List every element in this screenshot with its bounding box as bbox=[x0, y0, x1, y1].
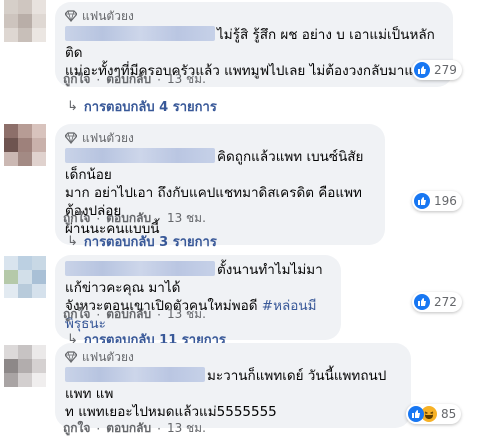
avatar[interactable] bbox=[4, 124, 46, 166]
avatar[interactable] bbox=[4, 0, 46, 42]
timestamp[interactable]: 13 ชม. bbox=[167, 419, 206, 438]
comment-bubble: แฟนตัวยง มะวานก็แพทเดย์ วันนี้แพทถนป แพท… bbox=[55, 343, 411, 428]
like-link[interactable]: ถูกใจ bbox=[63, 419, 90, 438]
diamond-icon bbox=[65, 351, 77, 363]
like-icon bbox=[408, 406, 424, 422]
like-icon bbox=[414, 62, 430, 78]
reply-arrow-icon: ↳ bbox=[67, 99, 78, 114]
top-fan-badge: แฟนตัวยง bbox=[65, 8, 443, 24]
blurred-username bbox=[65, 148, 215, 163]
top-fan-badge: แฟนตัวยง bbox=[65, 349, 401, 365]
like-link[interactable]: ถูกใจ bbox=[63, 70, 90, 89]
reply-link[interactable]: ตอบกลับ bbox=[106, 419, 151, 438]
reply-link[interactable]: ตอบกลับ bbox=[106, 70, 151, 89]
reaction-count[interactable]: 272 bbox=[412, 292, 462, 312]
timestamp[interactable]: 13 ชม. bbox=[167, 209, 206, 228]
badge-label: แฟนตัวยง bbox=[82, 130, 134, 145]
avatar[interactable] bbox=[4, 256, 46, 298]
reply-arrow-icon: ↳ bbox=[67, 234, 78, 249]
like-link[interactable]: ถูกใจ bbox=[63, 305, 90, 324]
comment-bubble: ตั้งนานทำไมไม่มาแก้ข่าวคะคุณ มาได้ จังหว… bbox=[55, 255, 341, 340]
view-replies-link[interactable]: ↳ การตอบกลับ 4 รายการ bbox=[67, 96, 217, 117]
comment-actions: ถูกใจ · ตอบกลับ · 13 ชม. bbox=[63, 70, 206, 89]
blurred-username bbox=[65, 26, 215, 41]
comment-actions: ถูกใจ · ตอบกลับ · 13 ชม. bbox=[63, 419, 206, 438]
diamond-icon bbox=[65, 132, 77, 144]
badge-label: แฟนตัวยง bbox=[82, 349, 134, 364]
comment-actions: ถูกใจ · ตอบกลับ · 13 ชม. bbox=[63, 305, 206, 324]
reaction-count[interactable]: 196 bbox=[412, 191, 462, 211]
like-link[interactable]: ถูกใจ bbox=[63, 209, 90, 228]
reaction-count[interactable]: 279 bbox=[412, 60, 462, 80]
reply-link[interactable]: ตอบกลับ bbox=[106, 305, 151, 324]
diamond-icon bbox=[65, 10, 77, 22]
timestamp[interactable]: 13 ชม. bbox=[167, 70, 206, 89]
badge-label: แฟนตัวยง bbox=[82, 8, 134, 23]
like-icon bbox=[414, 193, 430, 209]
comment-text: มะวานก็แพทเดย์ วันนี้แพทถนป แพท แพ ท แพท… bbox=[65, 367, 387, 420]
view-replies-link[interactable]: ↳ การตอบกลับ 3 รายการ bbox=[67, 231, 217, 252]
timestamp[interactable]: 13 ชม. bbox=[167, 305, 206, 324]
reply-link[interactable]: ตอบกลับ bbox=[106, 209, 151, 228]
blurred-username bbox=[65, 261, 215, 276]
avatar[interactable] bbox=[4, 345, 46, 387]
reaction-count[interactable]: 85 bbox=[406, 404, 462, 424]
like-icon bbox=[414, 294, 430, 310]
top-fan-badge: แฟนตัวยง bbox=[65, 130, 375, 146]
comment-actions: ถูกใจ · ตอบกลับ · 13 ชม. bbox=[63, 209, 206, 228]
blurred-username bbox=[65, 367, 205, 382]
